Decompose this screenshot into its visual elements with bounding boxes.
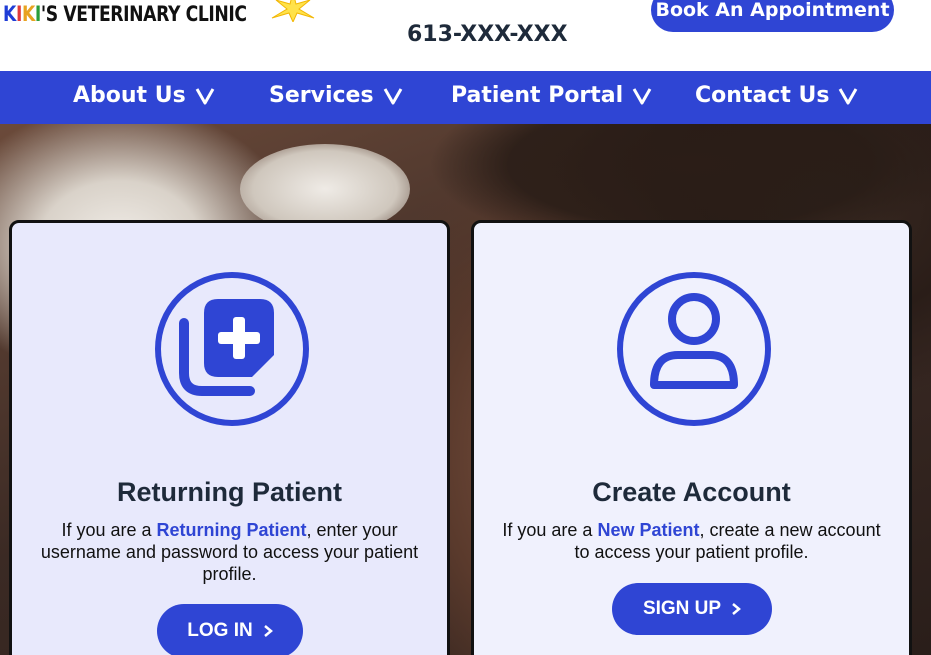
nav-item-label: Patient Portal [451,83,624,108]
highlight-text: Returning Patient [156,520,307,540]
logo-letter: K [21,2,35,26]
returning-patient-card: Returning Patient If you are a Returning… [9,220,450,655]
clinic-logo[interactable]: KIKI'S VETERINARY CLINIC [3,2,247,26]
book-appointment-button[interactable]: Book An Appointment [651,0,894,32]
medical-records-icon [155,272,309,426]
chevron-down-icon [195,87,214,104]
returning-patient-description: If you are a Returning Patient, enter yo… [12,519,447,585]
nav-item-contact-us[interactable]: Contact Us [695,83,858,108]
sign-up-button[interactable]: SIGN UP [612,583,772,635]
nav-item-about-us[interactable]: About Us [73,83,215,108]
nav-item-patient-portal[interactable]: Patient Portal [451,83,652,108]
nav-item-label: Contact Us [695,83,830,108]
nav-item-label: Services [269,83,374,108]
nav-item-services[interactable]: Services [269,83,403,108]
chevron-down-icon [839,87,858,104]
logo-letter: K [3,2,16,26]
sign-up-label: SIGN UP [642,598,722,619]
create-account-card: Create Account If you are a New Patient,… [471,220,912,655]
nav-item-label: About Us [73,83,186,108]
create-account-description: If you are a New Patient, create a new a… [474,519,909,563]
description-text: If you are a [61,520,157,540]
chevron-right-icon [732,603,742,615]
returning-patient-title: Returning Patient [116,477,342,507]
create-account-title: Create Account [592,477,791,507]
main-nav: About Us Services Patient Portal Contact… [0,71,931,124]
chevron-down-icon [632,87,652,104]
user-icon [617,272,771,426]
phone-number[interactable]: 613-XXX-XXX [407,22,568,47]
highlight-text: New Patient [597,520,700,540]
site-header: KIKI'S VETERINARY CLINIC 613-XXX-XXX Boo… [0,0,931,71]
chevron-right-icon [263,625,273,637]
log-in-button[interactable]: LOG IN [157,604,303,655]
log-in-label: LOG IN [187,620,253,641]
description-text: If you are a [502,520,598,540]
chevron-down-icon [383,87,402,104]
sparkle-icon [271,0,315,22]
logo-text: 'S VETERINARY CLINIC [40,2,247,26]
